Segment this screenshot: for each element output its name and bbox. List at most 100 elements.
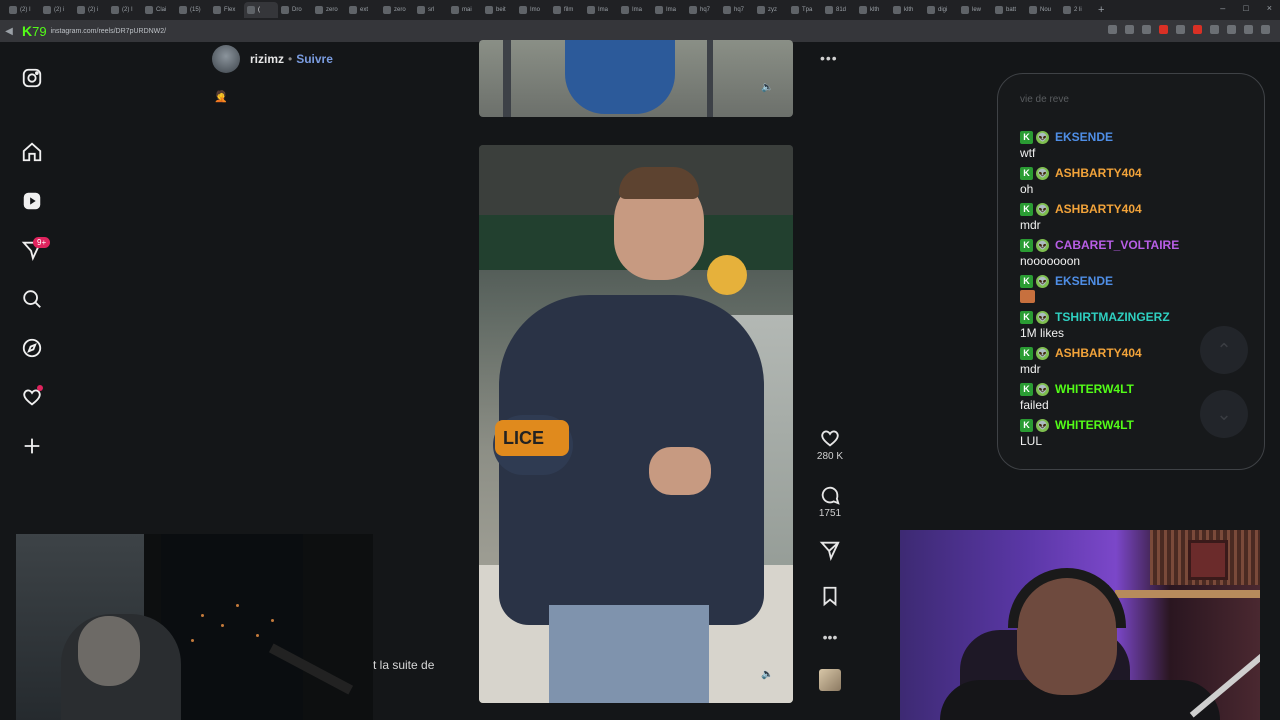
browser-tab[interactable]: batt bbox=[992, 2, 1026, 18]
browser-tab[interactable]: Tpa bbox=[788, 2, 822, 18]
back-arrow-icon[interactable]: ◀ bbox=[0, 26, 18, 37]
browser-tab[interactable]: (2) I bbox=[6, 2, 40, 18]
mute-icon[interactable]: 🔈 bbox=[761, 82, 775, 96]
chat-username[interactable]: WHITERW4LT bbox=[1055, 418, 1134, 432]
new-tab-button[interactable]: + bbox=[1098, 4, 1104, 16]
browser-tab[interactable]: 81d bbox=[822, 2, 856, 18]
browser-tab[interactable]: (15) bbox=[176, 2, 210, 18]
browser-tab[interactable]: Ima bbox=[584, 2, 618, 18]
tab-favicon-icon bbox=[43, 6, 51, 14]
browser-tab[interactable]: (2) i bbox=[40, 2, 74, 18]
chat-username[interactable]: ASHBARTY404 bbox=[1055, 346, 1142, 360]
previous-reel-video[interactable]: 🔈 bbox=[479, 40, 793, 117]
chat-username[interactable]: WHITERW4LT bbox=[1055, 382, 1134, 396]
zoom-icon[interactable] bbox=[1125, 25, 1134, 34]
browser-tab[interactable]: Ima bbox=[618, 2, 652, 18]
chat-message: K 👽 EKSENDE wtf bbox=[1020, 129, 1260, 161]
share-send-icon[interactable] bbox=[819, 539, 841, 561]
search-icon[interactable] bbox=[16, 283, 48, 315]
browser-tab[interactable]: ext bbox=[346, 2, 380, 18]
browser-tab-bar: (2) I (2) i (2) i (2) I Clai (15) Flex (Dro zero… bbox=[0, 0, 1280, 20]
notifications-heart-icon[interactable] bbox=[16, 381, 48, 413]
messages-icon[interactable]: 9+ bbox=[16, 234, 51, 266]
browser-tab[interactable]: zyz bbox=[754, 2, 788, 18]
like-heart-icon[interactable] bbox=[819, 427, 841, 449]
home-icon[interactable] bbox=[16, 136, 48, 168]
tab-favicon-icon bbox=[723, 6, 731, 14]
chat-message-header: K 👽 WHITERW4LT bbox=[1020, 417, 1260, 433]
browser-tab[interactable]: lew bbox=[958, 2, 992, 18]
browser-tab[interactable]: (2) I bbox=[108, 2, 142, 18]
browser-tab[interactable]: Flex bbox=[210, 2, 244, 18]
reel-video[interactable]: LICE 🔈 bbox=[479, 145, 793, 703]
youtube-extension-icon[interactable] bbox=[1193, 25, 1202, 34]
install-icon[interactable] bbox=[1108, 25, 1117, 34]
chat-username[interactable]: EKSENDE bbox=[1055, 130, 1113, 144]
browser-tab[interactable]: (2) i bbox=[74, 2, 108, 18]
browser-tab[interactable]: hq7 bbox=[720, 2, 754, 18]
chat-message-header: K 👽 EKSENDE bbox=[1020, 129, 1260, 145]
chat-username[interactable]: ASHBARTY404 bbox=[1055, 166, 1142, 180]
puzzle-icon[interactable] bbox=[1210, 25, 1219, 34]
browser-tab[interactable]: film bbox=[550, 2, 584, 18]
explore-icon[interactable] bbox=[16, 332, 48, 364]
browser-tab[interactable]: 2 li bbox=[1060, 2, 1094, 18]
chat-message-text: nooooooon bbox=[1020, 254, 1081, 268]
browser-tab[interactable]: mai bbox=[448, 2, 482, 18]
mute-icon[interactable]: 🔈 bbox=[761, 669, 775, 683]
url-field[interactable]: instagram.com/reels/DR7pURDNW2/ bbox=[51, 28, 167, 35]
browser-tab[interactable]: klth bbox=[890, 2, 924, 18]
browser-tab[interactable]: hq7 bbox=[686, 2, 720, 18]
chat-username[interactable]: ASHBARTY404 bbox=[1055, 202, 1142, 216]
menu-dots-icon[interactable] bbox=[1261, 25, 1270, 34]
avatar[interactable] bbox=[212, 45, 240, 73]
extension-icon[interactable] bbox=[1176, 25, 1185, 34]
browser-tab[interactable]: digi bbox=[924, 2, 958, 18]
tab-label: hq7 bbox=[700, 7, 711, 13]
alien-badge-icon: 👽 bbox=[1036, 130, 1049, 144]
police-armband: LICE bbox=[495, 420, 569, 456]
more-options-icon[interactable]: ••• bbox=[823, 629, 838, 645]
create-plus-icon[interactable] bbox=[16, 430, 48, 462]
download-icon[interactable] bbox=[1227, 25, 1236, 34]
webcam-night-window bbox=[161, 534, 303, 720]
tab-favicon-icon bbox=[961, 6, 969, 14]
chat-username[interactable]: EKSENDE bbox=[1055, 274, 1113, 288]
extension-red-icon[interactable] bbox=[1159, 25, 1168, 34]
tab-favicon-icon bbox=[893, 6, 901, 14]
minimize-button[interactable]: – bbox=[1220, 3, 1225, 13]
webcam-shelf bbox=[1115, 590, 1260, 598]
author-username[interactable]: rizimz bbox=[250, 52, 284, 66]
chat-message: K 👽 ASHBARTY404 mdr bbox=[1020, 345, 1260, 377]
reels-icon[interactable] bbox=[16, 185, 48, 217]
tab-label: (15) bbox=[190, 7, 201, 13]
chat-message-header: K 👽 CABARET_VOLTAIRE bbox=[1020, 237, 1260, 253]
instagram-logo-icon[interactable] bbox=[16, 62, 48, 94]
close-window-button[interactable]: × bbox=[1267, 3, 1272, 13]
maximize-button[interactable]: □ bbox=[1243, 3, 1248, 13]
follow-button[interactable]: Suivre bbox=[296, 52, 333, 66]
browser-tab[interactable]: Ima bbox=[652, 2, 686, 18]
browser-tab[interactable]: ( bbox=[244, 2, 278, 18]
browser-tab[interactable]: klth bbox=[856, 2, 890, 18]
audio-avatar[interactable] bbox=[819, 669, 841, 691]
browser-tab[interactable]: Nou bbox=[1026, 2, 1060, 18]
kick-badge-icon: K bbox=[1020, 130, 1033, 144]
browser-tab[interactable]: srl bbox=[414, 2, 448, 18]
browser-tab[interactable]: Clai bbox=[142, 2, 176, 18]
profile-icon[interactable] bbox=[1244, 25, 1253, 34]
browser-address-bar: ◀ K 79 instagram.com/reels/DR7pURDNW2/ bbox=[0, 20, 1280, 42]
bookmark-star-icon[interactable] bbox=[1142, 25, 1151, 34]
comment-action: 1751 bbox=[810, 484, 850, 519]
chat-username[interactable]: CABARET_VOLTAIRE bbox=[1055, 238, 1179, 252]
browser-tab[interactable]: Imo bbox=[516, 2, 550, 18]
more-options-icon[interactable]: ••• bbox=[820, 50, 838, 66]
browser-tab[interactable]: zero bbox=[380, 2, 414, 18]
chat-username[interactable]: TSHIRTMAZINGERZ bbox=[1055, 310, 1170, 324]
comment-icon[interactable] bbox=[819, 484, 841, 506]
browser-tab[interactable]: Dro bbox=[278, 2, 312, 18]
kick-badge-icon: K bbox=[1020, 346, 1033, 360]
bookmark-icon[interactable] bbox=[819, 585, 841, 607]
browser-tab[interactable]: beit bbox=[482, 2, 516, 18]
browser-tab[interactable]: zero bbox=[312, 2, 346, 18]
